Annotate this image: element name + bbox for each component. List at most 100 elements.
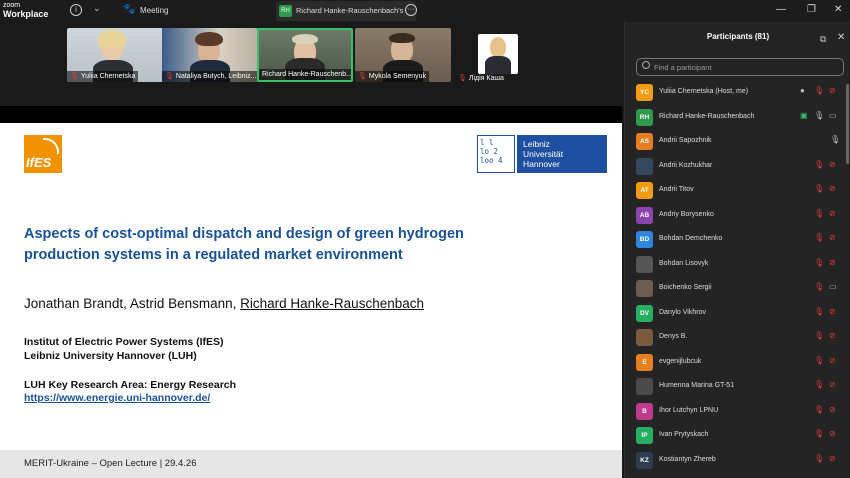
mic-muted-icon[interactable]: 🎙 (814, 331, 824, 340)
video-tile[interactable]: 🎙 Nataliya Butych, Leibniz... (162, 28, 258, 82)
status-dot-icon[interactable]: ● (800, 86, 805, 95)
mic-muted-icon[interactable]: 🎙 (814, 380, 824, 389)
participant-row[interactable]: Bohdan Lisovyk 🎙 ⊘ (625, 253, 850, 278)
participant-name: Andriy Borysenko (659, 210, 714, 218)
participant-row[interactable]: Andrii Kozhukhar 🎙 ⊘ (625, 155, 850, 180)
participant-name: Andrii Titov (659, 186, 694, 193)
avatar: YC (636, 84, 653, 101)
close-panel-icon[interactable]: ✕ (837, 32, 845, 43)
mic-icon[interactable]: 🎙 (814, 111, 824, 120)
video-off-icon[interactable]: ⊘ (829, 380, 836, 389)
meeting-label[interactable]: Meeting (140, 6, 168, 15)
mic-muted-icon[interactable]: 🎙 (814, 429, 824, 438)
avatar: BD (636, 231, 653, 248)
avatar (636, 378, 653, 395)
video-tile[interactable]: 🎙 Лідія Каша (458, 28, 522, 82)
info-icon[interactable]: i (70, 4, 82, 16)
title-bar: zoom Workplace i ⌄ 🐾 Meeting RH Richard … (0, 0, 850, 22)
participant-search-input[interactable]: Find a participant (636, 58, 844, 76)
participant-row[interactable]: Eevgenijlubcuk 🎙 ⊘ (625, 351, 850, 376)
avatar (636, 329, 653, 346)
video-icon[interactable]: ▭ (829, 282, 837, 291)
participant-row[interactable]: Denys B. 🎙 ⊘ (625, 326, 850, 351)
video-off-icon[interactable]: ⊘ (829, 405, 836, 414)
search-icon (642, 61, 650, 69)
mic-muted-icon[interactable]: 🎙 (814, 282, 824, 291)
participant-row[interactable]: AB Andriy Borysenko 🎙 ⊘ (625, 204, 850, 229)
video-off-icon[interactable]: ⊘ (829, 160, 836, 169)
video-off-icon[interactable]: ⊘ (829, 307, 836, 316)
video-tile-active-speaker[interactable]: Richard Hanke-Rauschenb... (257, 28, 353, 82)
participant-row[interactable]: KZ Kostiantyn Zhereb 🎙 ⊘ (625, 449, 850, 474)
video-off-icon[interactable]: ⊘ (829, 209, 836, 218)
mic-muted-icon[interactable]: 🎙 (814, 233, 824, 242)
video-gallery-strip: 🎙 Yuliia Chernetska 🎙 Nataliya Butych, Lei… (0, 22, 622, 106)
more-options-icon[interactable]: ··· (405, 4, 417, 16)
mic-muted-icon[interactable]: 🎙 (814, 454, 824, 463)
slide-footer: MERIT-Ukraine – Open Lecture | 29.4.26 (0, 450, 622, 478)
participants-panel: Participants (81) ⧉ ✕ Find a participant… (624, 22, 850, 478)
participant-list: YC Yuliia Chernetska (Host, me) ● 🎙 ⊘ RH Richa… (625, 81, 850, 473)
mic-muted-icon[interactable]: 🎙 (814, 184, 824, 193)
close-icon[interactable]: ✕ (834, 4, 842, 15)
participant-name: Boichenko Sergii (659, 284, 712, 291)
avatar: DV (636, 304, 653, 322)
avatar (636, 280, 653, 297)
mic-muted-icon[interactable]: 🎙 (814, 160, 824, 169)
slide-title: Aspects of cost-optimal dispatch and des… (24, 226, 464, 263)
mic-icon[interactable]: 🎙 (830, 135, 840, 144)
tab-title: Richard Hanke-Rauschenbach's s (296, 6, 406, 15)
video-off-icon[interactable]: ⊘ (829, 86, 836, 95)
participant-name: Danylo Vikhrov (659, 308, 706, 316)
mic-muted-icon[interactable]: 🎙 (814, 209, 824, 218)
participant-row[interactable]: RH Richard Hanke-Rauschenbach ▣ 🎙 ▭ (625, 106, 850, 131)
video-off-icon[interactable]: ⊘ (829, 454, 836, 463)
video-off-icon[interactable]: ⊘ (829, 356, 836, 365)
mic-muted-icon[interactable]: 🎙 (814, 86, 824, 95)
screen-share-icon[interactable]: ▣ (800, 111, 808, 120)
video-tile[interactable]: 🎙 Yuliia Chernetska (67, 28, 163, 82)
participant-row[interactable]: YC Yuliia Chernetska (Host, me) ● 🎙 ⊘ (625, 81, 850, 106)
video-tile[interactable]: 🎙 Mykola Semenyuk (355, 28, 451, 82)
avatar: KZ (636, 451, 653, 469)
video-off-icon[interactable]: ⊘ (829, 331, 836, 340)
scrollbar[interactable] (846, 84, 849, 164)
participant-row[interactable]: BD Bohdan Demchenko 🎙 ⊘ (625, 228, 850, 253)
video-icon[interactable]: ▭ (829, 111, 837, 120)
mic-muted-icon[interactable]: 🎙 (814, 307, 824, 316)
avatar: AT (636, 182, 653, 199)
participant-row[interactable]: DV Danylo Vikhrov 🎙 ⊘ (625, 302, 850, 327)
participant-name: evgenijlubcuk (659, 357, 702, 365)
participants-title: Participants (81) (706, 32, 770, 41)
shared-screen-tab[interactable]: RH Richard Hanke-Rauschenbach's s (276, 1, 416, 21)
participant-row[interactable]: IP Ivan Prytyskach 🎙 ⊘ (625, 424, 850, 449)
participant-row[interactable]: B Ihor Lutchyn LPNU 🎙 ⊘ (625, 400, 850, 425)
restore-icon[interactable]: ❐ (807, 4, 816, 15)
luh-logo: l l lo 2 loo 4 Leibniz Universität Hanno… (477, 135, 607, 173)
participant-name: Yuliia Chernetska (Host, me) (659, 88, 749, 95)
video-off-icon[interactable]: ⊘ (829, 233, 836, 242)
participant-row[interactable]: Humenna Marina GT-51 🎙 ⊘ (625, 375, 850, 400)
participant-row[interactable]: Boichenko Sergii 🎙 ▭ (625, 277, 850, 302)
participant-name: Ihor Lutchyn LPNU (659, 406, 719, 414)
participant-name: Richard Hanke-Rauschenbach (659, 112, 755, 120)
ifes-logo: IfES (24, 135, 62, 173)
participant-row[interactable]: AT Andrii Titov 🎙 ⊘ (625, 179, 850, 204)
pop-out-icon[interactable]: ⧉ (820, 34, 826, 45)
minimize-icon[interactable]: — (776, 4, 786, 15)
mic-muted-icon[interactable]: 🎙 (814, 405, 824, 414)
participant-row[interactable]: AS Andrii Sapozhnik 🎙 (625, 130, 850, 155)
mic-muted-icon[interactable]: 🎙 (814, 258, 824, 267)
paw-icon: 🐾 (123, 4, 136, 15)
slide-link[interactable]: https://www.energie.uni-hannover.de/ (24, 392, 210, 404)
video-off-icon[interactable]: ⊘ (829, 258, 836, 267)
slide-institute: Institut of Electric Power Systems (IfES… (24, 336, 224, 362)
video-off-icon[interactable]: ⊘ (829, 184, 836, 193)
shared-screen-area: IfES l l lo 2 loo 4 Leibniz Universität … (0, 106, 622, 478)
participant-name: Bohdan Lisovyk (659, 259, 709, 267)
video-off-icon[interactable]: ⊘ (829, 429, 836, 438)
avatar: B (636, 402, 653, 420)
mic-muted-icon[interactable]: 🎙 (814, 356, 824, 365)
participant-name: Humenna Marina GT-51 (659, 382, 735, 389)
chevron-down-icon[interactable]: ⌄ (93, 3, 101, 14)
